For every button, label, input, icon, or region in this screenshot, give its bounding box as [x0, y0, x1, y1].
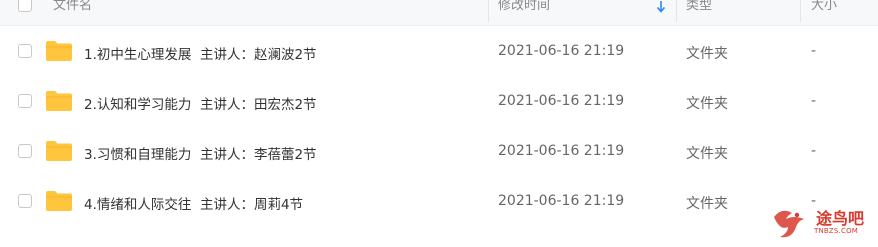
file-type: 文件夹 [686, 46, 728, 62]
table-row[interactable]: 4.情绪和人际交往 主讲人：周莉4节 2021-06-16 21:19 文件夹 … [0, 176, 878, 226]
row-checkbox[interactable] [18, 44, 32, 58]
watermark-subtext: TNBZS.COM [814, 227, 859, 235]
folder-icon [46, 41, 72, 61]
file-size: - [811, 43, 817, 59]
modified-time: 2021-06-16 21:19 [498, 143, 625, 159]
row-checkbox[interactable] [18, 94, 32, 108]
column-header-type[interactable]: 类型 [686, 0, 712, 17]
watermark-bird-icon [774, 210, 804, 238]
file-name-link[interactable]: 2.认知和学习能力 主讲人：田宏杰2节 [84, 93, 317, 113]
file-name-link[interactable]: 3.习惯和自理能力 主讲人：李蓓蕾2节 [84, 143, 317, 163]
sort-arrow-down-icon[interactable] [654, 0, 668, 14]
file-name-link[interactable]: 1.初中生心理发展 主讲人：赵澜波2节 [84, 43, 317, 63]
modified-time: 2021-06-16 21:19 [498, 43, 625, 59]
table-row[interactable]: 1.初中生心理发展 主讲人：赵澜波2节 2021-06-16 21:19 文件夹… [0, 26, 878, 76]
watermark-text: 途鸟吧 [816, 209, 865, 228]
select-all-checkbox[interactable] [18, 0, 32, 12]
file-size: - [811, 143, 817, 159]
watermark-logo: 途鸟吧 TNBZS.COM [770, 203, 875, 243]
folder-icon [46, 91, 72, 111]
file-type: 文件夹 [686, 96, 728, 112]
column-header-size[interactable]: 大小 [811, 0, 837, 17]
column-divider[interactable] [800, 0, 801, 22]
file-type: 文件夹 [686, 146, 728, 162]
file-type: 文件夹 [686, 196, 728, 212]
folder-icon [46, 191, 72, 211]
column-divider[interactable] [676, 0, 677, 22]
row-checkbox[interactable] [18, 144, 32, 158]
table-row[interactable]: 2.认知和学习能力 主讲人：田宏杰2节 2021-06-16 21:19 文件夹… [0, 76, 878, 126]
table-header: 文件名 修改时间 类型 大小 [0, 0, 878, 26]
modified-time: 2021-06-16 21:19 [498, 93, 625, 109]
file-size: - [811, 93, 817, 109]
table-row[interactable]: 3.习惯和自理能力 主讲人：李蓓蕾2节 2021-06-16 21:19 文件夹… [0, 126, 878, 176]
file-name-link[interactable]: 4.情绪和人际交往 主讲人：周莉4节 [84, 193, 303, 213]
folder-icon [46, 141, 72, 161]
column-header-name[interactable]: 文件名 [53, 0, 92, 17]
modified-time: 2021-06-16 21:19 [498, 193, 625, 209]
column-header-modified[interactable]: 修改时间 [498, 0, 550, 17]
column-divider[interactable] [488, 0, 489, 22]
row-checkbox[interactable] [18, 194, 32, 208]
